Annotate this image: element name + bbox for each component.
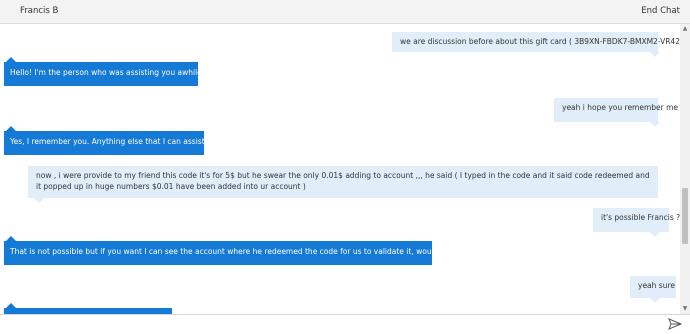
user-message: we are discussion before about this gift…: [392, 32, 680, 52]
agent-name: Francis B: [20, 6, 59, 16]
end-chat-button[interactable]: End Chat: [641, 6, 680, 16]
scroll-down-arrow-icon[interactable]: ▼: [680, 304, 690, 314]
message-tail: [650, 298, 660, 303]
agent-message: That is not possible but if you want I c…: [4, 241, 491, 265]
message-tail: [650, 232, 660, 237]
message-tail: [650, 122, 660, 127]
message-text: it's possible Francis ?: [601, 213, 680, 222]
message-text: yeah sure: [638, 281, 675, 290]
user-message: yeah sure: [630, 276, 676, 298]
message-tail: [650, 52, 660, 57]
message-text: now , i were provide to my friend this c…: [36, 171, 650, 191]
message-tail: [34, 198, 44, 203]
message-scrollbar[interactable]: ▲ ▼: [680, 24, 690, 314]
message-text: we are discussion before about this gift…: [400, 37, 680, 46]
message-text: yeah i hope you remember me :): [562, 103, 680, 112]
message-list: we are discussion before about this gift…: [0, 24, 680, 314]
message-text: Hello! I'm the person who was assisting …: [10, 68, 221, 77]
message-input[interactable]: [8, 317, 662, 333]
send-arrow-icon[interactable]: [668, 318, 682, 330]
user-message: now , i were provide to my friend this c…: [28, 166, 658, 198]
user-message: it's possible Francis ?: [593, 208, 680, 232]
chat-header: Francis B End Chat: [0, 0, 690, 24]
agent-message: Hello! I'm the person who was assisting …: [4, 62, 220, 86]
message-text: Yes, I remember you. Anything else that …: [10, 137, 225, 146]
user-message: yeah i hope you remember me :): [554, 98, 680, 122]
agent-message: Yes, I remember you. Anything else that …: [4, 131, 225, 155]
message-text: That is not possible but if you want I c…: [10, 247, 492, 256]
message-composer: [0, 314, 690, 334]
scroll-up-arrow-icon[interactable]: ▲: [680, 24, 690, 34]
scrollbar-thumb[interactable]: [682, 188, 688, 244]
